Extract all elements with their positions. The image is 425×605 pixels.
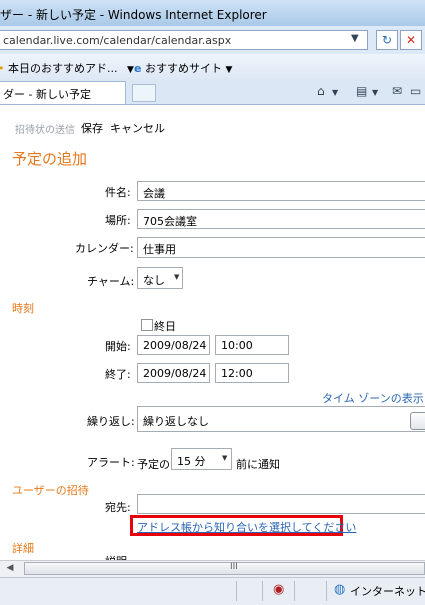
subject-input[interactable]: 会議: [137, 181, 425, 201]
end-time-input[interactable]: 12:00: [215, 363, 289, 383]
start-date-input[interactable]: 2009/08/24: [137, 335, 210, 355]
alert-prefix: 予定の: [137, 458, 170, 471]
cancel-button[interactable]: キャンセル: [110, 120, 165, 136]
status-divider: [294, 581, 295, 601]
alert-select[interactable]: 15 分 ▼: [171, 448, 232, 470]
mail-icon[interactable]: ✉: [392, 84, 402, 98]
details-label: 説明: [105, 553, 127, 560]
status-divider: [262, 581, 263, 601]
feeds-icon[interactable]: ▤: [356, 84, 367, 98]
start-time-input[interactable]: 10:00: [215, 335, 289, 355]
repeat-label: 繰り返し:: [87, 415, 135, 428]
to-input[interactable]: [137, 494, 425, 514]
timezone-link[interactable]: タイム ゾーンの表示: [322, 390, 424, 406]
all-day-label: 終日: [154, 320, 176, 333]
end-label: 終了:: [105, 368, 131, 381]
all-day-checkbox[interactable]: [141, 319, 153, 331]
location-label: 場所:: [105, 214, 131, 227]
status-divider: [236, 581, 237, 601]
globe-icon: ◍: [334, 582, 346, 597]
time-section-heading: 時刻: [12, 302, 34, 315]
print-icon[interactable]: ▭: [410, 84, 421, 98]
details-section-heading: 詳細: [12, 542, 34, 555]
favorite-item-suggested-sites[interactable]: e おすすめサイト ▼: [134, 60, 232, 76]
feeds-dropdown-icon[interactable]: ▼: [372, 88, 378, 97]
status-divider: [326, 581, 327, 601]
charm-label: チャーム:: [87, 275, 135, 288]
invite-section-heading: ユーザーの招待: [12, 484, 89, 497]
save-button[interactable]: 保存: [81, 120, 103, 136]
to-label: 宛先:: [105, 501, 131, 514]
favorite-item-recommended-addons[interactable]: • 本日のおすすめアド... ▼: [0, 60, 134, 76]
ie-logo-icon: e: [134, 62, 142, 75]
stop-icon[interactable]: ✕: [400, 30, 422, 50]
alert-label: アラート:: [87, 456, 135, 469]
address-book-link[interactable]: アドレス帳から知り合いを選択してください: [137, 519, 356, 535]
address-url[interactable]: calendar.live.com/calendar/calendar.aspx: [3, 34, 231, 47]
repeat-field: 繰り返しなし: [137, 406, 425, 432]
refresh-icon[interactable]: ↻: [376, 30, 398, 50]
subject-label: 件名:: [105, 186, 131, 199]
address-bar[interactable]: calendar.live.com/calendar/calendar.aspx…: [0, 30, 368, 50]
home-dropdown-icon[interactable]: ▼: [332, 88, 338, 97]
page-title: 予定の追加: [12, 150, 88, 168]
charm-dropdown-icon: ▼: [174, 273, 180, 281]
zone-text: インターネット: [350, 585, 425, 598]
location-input[interactable]: 705会議室: [137, 209, 425, 229]
calendar-label: カレンダー:: [75, 242, 134, 255]
privacy-icon[interactable]: ◉: [273, 582, 284, 597]
new-tab-button[interactable]: [132, 84, 156, 102]
alert-dropdown-icon: ▼: [222, 454, 228, 462]
alert-suffix: 前に通知: [236, 458, 280, 471]
calendar-select[interactable]: 仕事用: [137, 237, 425, 258]
scroll-left-icon[interactable]: ◀: [2, 562, 18, 575]
end-date-input[interactable]: 2009/08/24: [137, 363, 210, 383]
repeat-edit-button[interactable]: [410, 412, 425, 430]
home-icon[interactable]: ⌂: [317, 84, 325, 98]
tab-new-event[interactable]: ダー - 新しい予定: [0, 81, 126, 104]
window-title: ザー - 新しい予定 - Windows Internet Explorer: [0, 8, 267, 22]
scrollbar-thumb[interactable]: III: [24, 562, 425, 575]
address-dropdown-icon[interactable]: ▼: [351, 33, 359, 44]
favorite-star-icon: •: [0, 62, 5, 75]
charm-select[interactable]: なし ▼: [137, 267, 183, 289]
window-title-bar: ザー - 新しい予定 - Windows Internet Explorer: [0, 0, 425, 27]
send-invite-button[interactable]: 招待状の送信: [15, 121, 75, 136]
start-label: 開始:: [105, 340, 131, 353]
